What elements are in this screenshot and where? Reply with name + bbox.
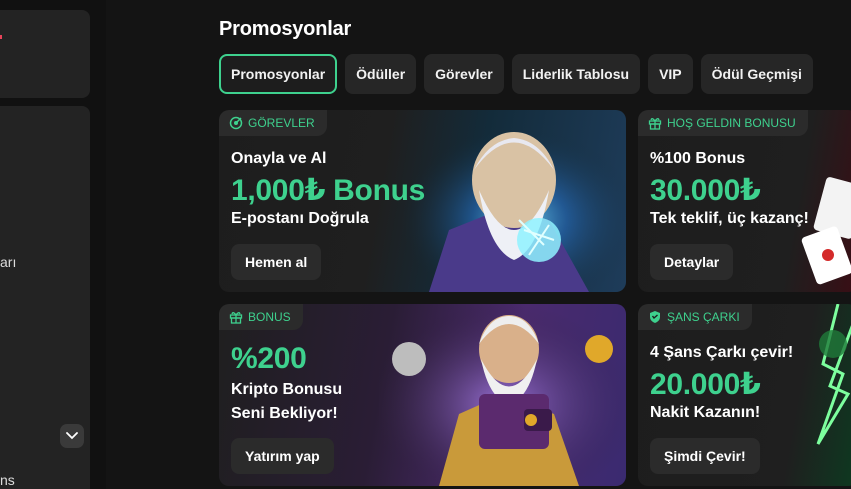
tab-gorevler[interactable]: Görevler: [424, 54, 504, 94]
cards-illustration: [801, 177, 851, 285]
page-title: Promosyonlar: [219, 18, 352, 40]
target-icon: [229, 116, 243, 130]
shield-icon: [650, 311, 660, 323]
sidebar: arı ns: [0, 0, 106, 489]
tab-odul-gecmisi[interactable]: Ödül Geçmişi: [700, 54, 813, 94]
promo-subtitle: Kripto Bonusu: [231, 381, 343, 398]
chevron-down-icon: [66, 432, 78, 440]
detaylar-button[interactable]: Detaylar: [650, 244, 734, 280]
tab-oduller[interactable]: Ödüller: [345, 54, 417, 94]
sidebar-card-menu: arı ns: [0, 106, 90, 489]
sidebar-expand-button[interactable]: [60, 424, 84, 448]
promo-subtitle: 4 Şans Çarkı çevir!: [650, 344, 794, 361]
promo-description: E-postanı Doğrula: [231, 210, 369, 227]
sidebar-item-label[interactable]: arı: [0, 254, 20, 270]
promo-description: Nakit Kazanın!: [650, 404, 761, 421]
sidebar-card-top[interactable]: [0, 10, 90, 98]
promo-badge: BONUS: [219, 304, 303, 330]
promo-description: Seni Bekliyor!: [231, 405, 338, 422]
sidebar-item-label[interactable]: ns: [0, 472, 18, 488]
notification-dot: [0, 35, 2, 39]
promo-card-hos-geldin[interactable]: HOŞ GELDIN BONUSU %100 Bonus 30.000₺ Tek…: [638, 110, 851, 292]
promo-badge: HOŞ GELDIN BONUSU: [638, 110, 808, 136]
promo-badge-label: BONUS: [248, 310, 291, 324]
tab-liderlik-tablosu[interactable]: Liderlik Tablosu: [511, 54, 641, 94]
lightning-illustration: [816, 304, 851, 445]
promo-amount: 1,000₺ Bonus: [231, 174, 426, 207]
promo-badge-label: HOŞ GELDIN BONUSU: [667, 116, 796, 130]
simdi-cevir-button[interactable]: Şimdi Çevir!: [650, 438, 760, 474]
promo-badge: GÖREVLER: [219, 110, 327, 136]
promo-amount: %200: [231, 342, 307, 375]
gift-icon: [229, 312, 243, 324]
zeus-wallet-illustration: [379, 304, 626, 486]
promo-badge: ŞANS ÇARKI: [638, 304, 752, 330]
gift-icon: [648, 118, 662, 130]
promo-card-gorevler[interactable]: GÖREVLER Onayla ve Al 1,000₺ Bonus E-pos…: [219, 110, 626, 292]
promo-card-sans-carki[interactable]: ŞANS ÇARKI 4 Şans Çarkı çevir! 20.000₺ N…: [638, 304, 851, 486]
tab-vip[interactable]: VIP: [648, 54, 693, 94]
promo-subtitle: Onayla ve Al: [231, 150, 327, 167]
hemen-al-button[interactable]: Hemen al: [231, 244, 322, 280]
yatirim-yap-button[interactable]: Yatırım yap: [231, 438, 334, 474]
promo-amount: 30.000₺: [650, 174, 761, 207]
promo-badge-label: GÖREVLER: [248, 116, 315, 130]
promo-tabs: Promosyonlar Ödüller Görevler Liderlik T…: [219, 54, 813, 94]
promo-description: Tek teklif, üç kazanç!: [650, 210, 809, 227]
promo-amount: 20.000₺: [650, 368, 761, 401]
promo-subtitle: %100 Bonus: [650, 150, 746, 167]
promo-badge-label: ŞANS ÇARKI: [667, 310, 740, 324]
promo-card-bonus[interactable]: BONUS %200 Kripto Bonusu Seni Bekliyor! …: [219, 304, 626, 486]
tab-promosyonlar[interactable]: Promosyonlar: [219, 54, 338, 94]
